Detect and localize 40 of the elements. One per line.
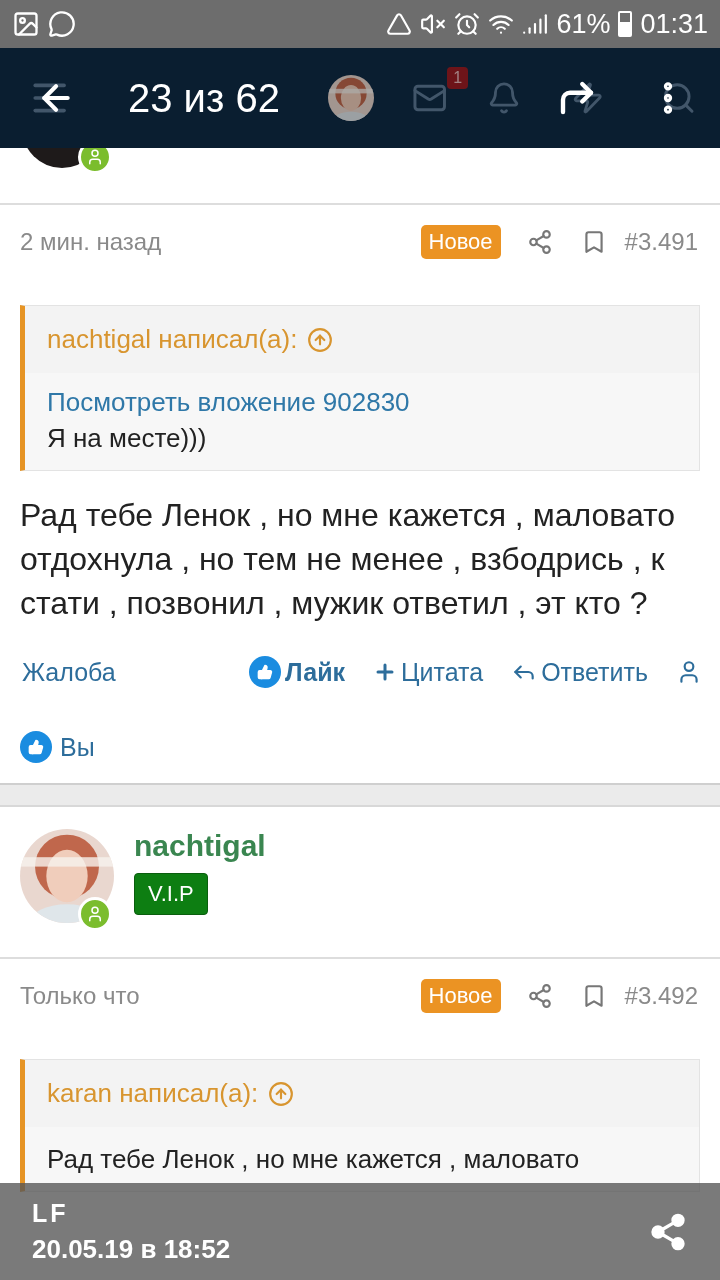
- image-icon: [12, 10, 40, 38]
- quote-text: Рад тебе Ленок , но мне кажется , маловато: [47, 1143, 581, 1176]
- mute-icon: [420, 11, 447, 37]
- chat-icon: [48, 10, 76, 38]
- attachment-link[interactable]: Посмотреть вложение 902830: [47, 387, 677, 418]
- share-icon[interactable]: [526, 983, 553, 1009]
- author-name[interactable]: nachtigal: [134, 829, 266, 863]
- photo-date: 20.05.19 в 18:52: [32, 1233, 232, 1265]
- likers-link[interactable]: Вы: [60, 732, 95, 762]
- like-icon: [20, 731, 52, 763]
- reply-button[interactable]: Ответить: [511, 657, 648, 687]
- battery-icon: [618, 11, 633, 37]
- signal-icon: [522, 11, 549, 37]
- bolt-icon[interactable]: [571, 81, 605, 115]
- image-counter: 23 из 62: [128, 75, 280, 121]
- post-message: Рад тебе Ленок , но мне кажется , маловато отдохнула , но тем не менее , взбодрись , к стати , позвонил , мужик ответил , эт кто ?: [20, 496, 677, 623]
- photo-author: LF: [32, 1198, 70, 1228]
- user-title: V.I.P: [134, 873, 208, 915]
- quote-text: Я на месте))): [47, 422, 208, 455]
- jump-up-icon[interactable]: [268, 1080, 295, 1107]
- share-icon[interactable]: [648, 1211, 688, 1252]
- like-icon: [249, 656, 282, 688]
- alarm-icon: [454, 11, 481, 37]
- jump-up-icon[interactable]: [307, 326, 334, 353]
- triangle-icon: [386, 11, 413, 37]
- quote-author: nachtigal написал(а):: [47, 324, 298, 355]
- new-label: Новое: [420, 979, 501, 1013]
- post-number[interactable]: #3.492: [624, 982, 698, 1010]
- share-icon[interactable]: [526, 229, 553, 255]
- clock: 01:31: [640, 8, 708, 40]
- like-button[interactable]: Лайк: [249, 656, 346, 688]
- post-number[interactable]: #3.491: [624, 228, 698, 256]
- quote-button[interactable]: Цитата: [373, 657, 484, 687]
- notification-count: 1: [447, 67, 469, 89]
- new-label: Новое: [420, 225, 501, 259]
- report-link[interactable]: Жалоба: [22, 657, 222, 687]
- post-time: 2 мин. назад: [20, 228, 163, 256]
- quote-author: karan написал(а):: [47, 1078, 259, 1109]
- post-time: Только что: [20, 982, 141, 1010]
- battery-percent: 61%: [556, 8, 611, 40]
